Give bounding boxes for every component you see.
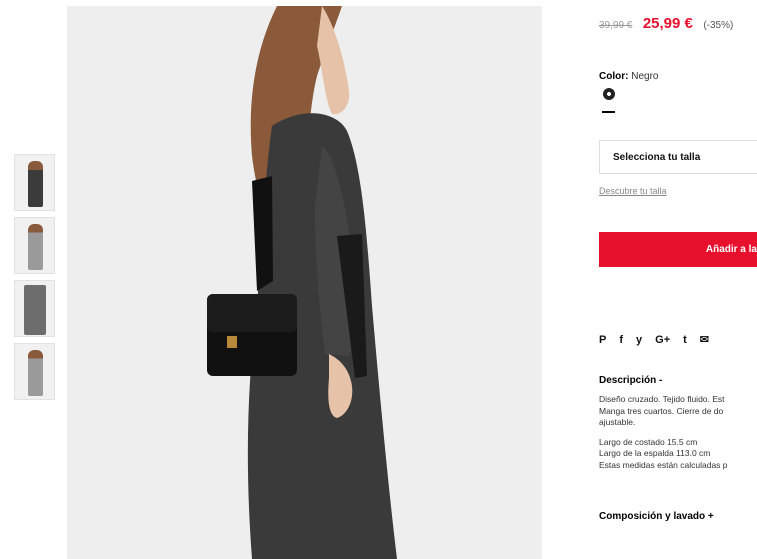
sale-price: 25,99 € xyxy=(642,15,693,32)
tumblr-icon[interactable]: t xyxy=(683,334,687,346)
thumbnail-2[interactable] xyxy=(14,217,55,274)
thumbnail-1[interactable] xyxy=(14,154,55,211)
google-plus-icon[interactable]: G+ xyxy=(655,334,670,346)
product-info-panel: 39,99 € 25,99 € (-35%) Color: Negro Sele… xyxy=(599,0,757,559)
description-line-1: Diseño cruzado. Tejido fluido. Est xyxy=(599,394,725,404)
main-product-image xyxy=(67,6,542,559)
color-value: Negro xyxy=(631,71,659,82)
thumbnail-gallery xyxy=(14,154,55,406)
size-select[interactable]: Selecciona tu talla xyxy=(599,140,757,174)
color-label-title: Color: xyxy=(599,71,629,82)
email-icon[interactable]: ✉ xyxy=(700,333,709,346)
selected-swatch-indicator xyxy=(602,111,615,113)
add-to-cart-button[interactable]: Añadir a la xyxy=(599,232,757,267)
description-title[interactable]: Descripción - xyxy=(599,375,662,386)
facebook-icon[interactable]: f xyxy=(619,334,623,346)
description-line-3: ajustable. xyxy=(599,417,636,427)
measure-line-3: Estas medidas están calculadas p xyxy=(599,459,728,470)
thumbnail-4[interactable] xyxy=(14,343,55,400)
measure-line-2: Largo de la espalda 113.0 cm xyxy=(599,448,711,458)
description-line-2: Manga tres cuartos. Cierre de do xyxy=(599,405,724,416)
thumbnail-3[interactable] xyxy=(14,280,55,337)
color-swatch-black[interactable] xyxy=(603,88,615,100)
original-price: 39,99 € xyxy=(599,20,633,31)
discount-badge: (-35%) xyxy=(703,20,734,31)
add-to-cart-label: Añadir a la xyxy=(705,244,757,255)
share-icons: P f y G+ t ✉ xyxy=(599,333,709,347)
measure-line-1: Largo de costado 15.5 cm xyxy=(599,436,698,447)
price-row: 39,99 € 25,99 € (-35%) xyxy=(599,15,733,33)
composition-title[interactable]: Composición y lavado + xyxy=(599,511,714,522)
size-select-label: Selecciona tu talla xyxy=(613,152,701,163)
description-text: Diseño cruzado. Tejido fluido. Est Manga… xyxy=(599,394,757,479)
product-photo xyxy=(207,6,397,559)
size-guide-link[interactable]: Descubre tu talla xyxy=(599,186,667,196)
pinterest-icon[interactable]: P xyxy=(599,334,606,346)
twitter-icon[interactable]: y xyxy=(636,334,642,346)
color-label: Color: Negro xyxy=(599,71,658,82)
